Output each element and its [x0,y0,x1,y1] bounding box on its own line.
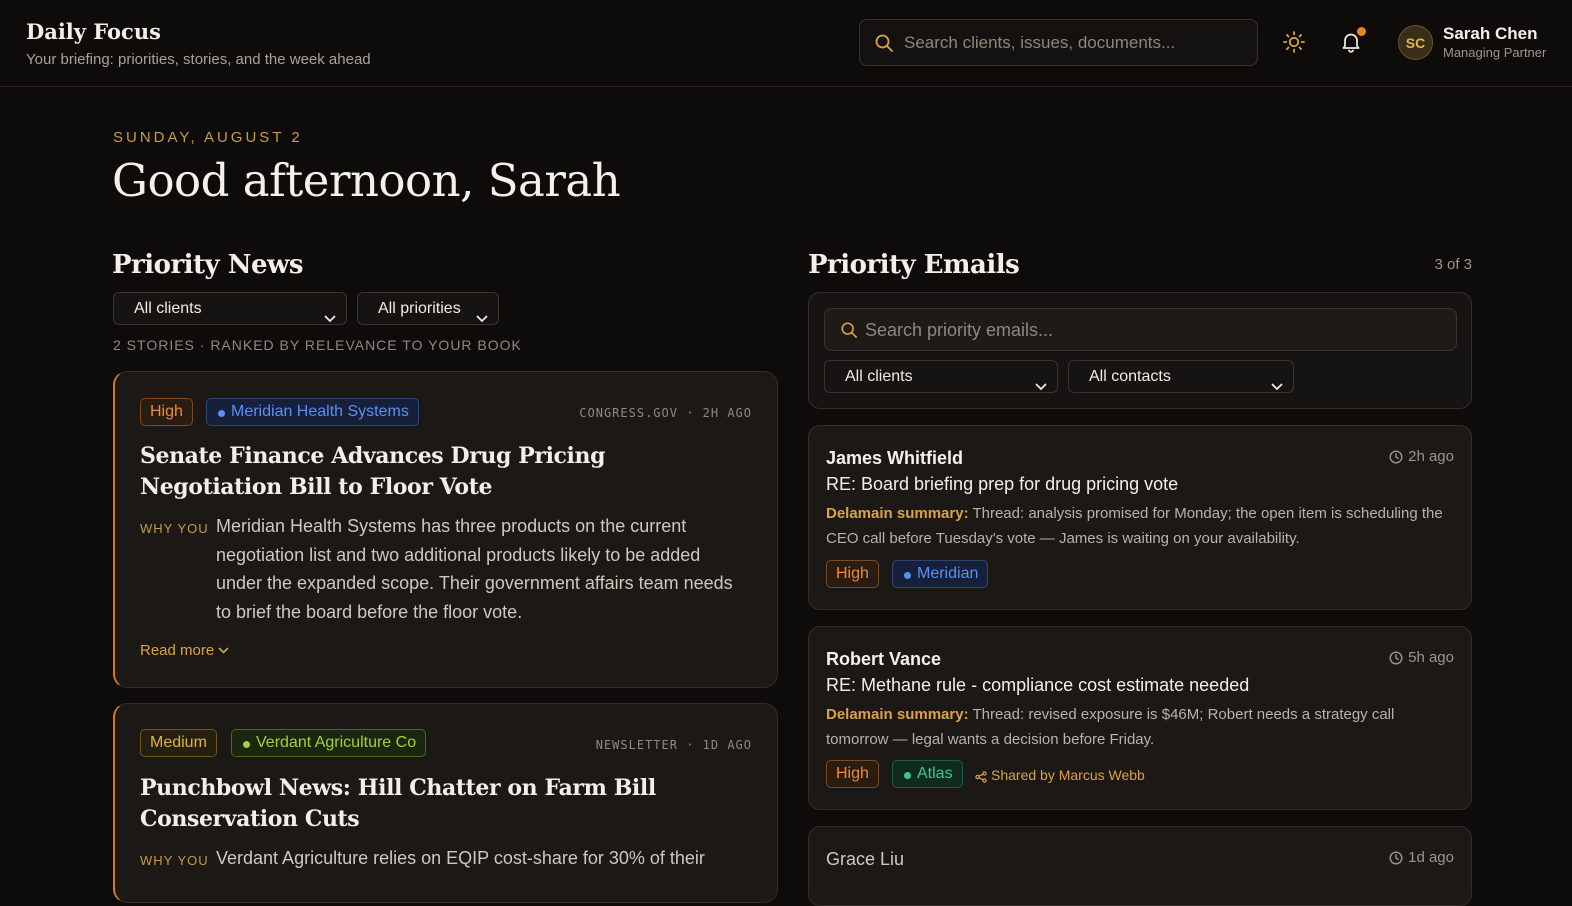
avatar[interactable]: SC [1398,25,1433,60]
priority-badge: Medium [140,729,217,757]
client-badge[interactable]: Meridian Health Systems [206,398,419,426]
news-priority-filter[interactable]: All priorities [357,292,499,325]
theme-toggle-sun-icon[interactable] [1282,30,1308,56]
user-role: Managing Partner [1443,45,1547,60]
email-time: 1d ago [1389,849,1454,866]
why-you-text: Meridian Health Systems has three produc… [216,516,733,622]
email-subject[interactable]: RE: Board briefing prep for drug pricing… [826,474,1178,495]
email-time: 2h ago [1389,448,1454,465]
chevron-down-icon [476,304,488,335]
client-badge[interactable]: Verdant Agriculture Co [231,729,427,757]
notification-dot [1357,27,1366,36]
app-title: Daily Focus [26,19,161,44]
client-badge[interactable]: Meridian [892,560,989,588]
clock-icon [1389,651,1403,669]
email-summary: Delamain summary: Thread: analysis promi… [826,502,1456,551]
summary-label: Delamain summary: [826,505,969,522]
user-name[interactable]: Sarah Chen [1443,24,1537,44]
priority-news-heading: Priority News [112,250,304,280]
share-icon [975,770,987,786]
summary-label: Delamain summary: [826,706,969,723]
top-bar: Daily Focus Your briefing: priorities, s… [0,0,1572,87]
chevron-down-icon [1271,372,1283,403]
shared-by: Shared by Marcus Webb [975,767,1145,783]
email-card[interactable]: Grace Liu 1d ago [808,826,1472,906]
email-card[interactable]: Robert Vance 5h ago RE: Methane rule - c… [808,626,1472,810]
why-you-text: Verdant Agriculture relies on EQIP cost-… [216,848,705,868]
chevron-down-icon [218,642,229,659]
email-card[interactable]: James Whitfield 2h ago RE: Board briefin… [808,425,1472,610]
shared-by-label: Shared by Marcus Webb [991,767,1145,783]
email-sender: James Whitfield [826,448,964,468]
notifications-bell-icon[interactable] [1339,27,1366,56]
email-time-label: 2h ago [1408,448,1454,465]
why-you-label: WHY YOU [140,853,209,868]
email-filter-panel: All clients All contacts [808,292,1472,409]
priority-badge: High [826,760,879,788]
read-more-label: Read more [140,642,215,659]
email-search-input[interactable] [865,315,1445,345]
priority-badge: High [826,560,879,588]
chevron-down-icon [324,304,336,335]
news-source: NEWSLETTER · 1D AGO [595,738,752,752]
app-subtitle: Your briefing: priorities, stories, and … [26,51,371,68]
news-source: CONGRESS.GOV · 2H AGO [579,406,752,420]
chevron-down-icon [1035,372,1047,403]
email-contact-filter-value: All contacts [1089,368,1171,385]
email-count: 3 of 3 [1434,256,1472,273]
news-client-filter[interactable]: All clients [113,292,347,325]
priority-emails-heading: Priority Emails [808,250,1020,280]
email-summary: Delamain summary: Thread: revised exposu… [826,703,1456,752]
news-meta: 2 STORIES · RANKED BY RELEVANCE TO YOUR … [113,337,522,353]
clock-icon [1389,851,1403,869]
clock-icon [1389,450,1403,468]
date-label: SUNDAY, AUGUST 2 [113,129,303,146]
email-sender: Grace Liu [826,849,905,869]
email-search[interactable] [824,308,1457,351]
news-priority-filter-value: All priorities [378,300,461,317]
email-client-filter[interactable]: All clients [824,360,1058,393]
email-time-label: 1d ago [1408,849,1454,866]
page-title: Good afternoon, Sarah [112,154,621,207]
email-time-label: 5h ago [1408,649,1454,666]
priority-badge: High [140,398,193,426]
search-icon [874,33,894,58]
global-search-input[interactable] [904,28,1244,58]
global-search[interactable] [859,19,1258,66]
email-client-filter-value: All clients [845,368,913,385]
news-card[interactable]: Medium Verdant Agriculture Co NEWSLETTER… [113,703,778,903]
news-title[interactable]: Punchbowl News: Hill Chatter on Farm Bil… [140,773,740,835]
read-more-link[interactable]: Read more [140,642,229,659]
why-you-label: WHY YOU [140,521,209,536]
search-icon [840,321,858,344]
email-time: 5h ago [1389,649,1454,666]
client-badge[interactable]: Atlas [892,760,963,788]
news-client-filter-value: All clients [134,300,202,317]
email-contact-filter[interactable]: All contacts [1068,360,1294,393]
email-subject[interactable]: RE: Methane rule - compliance cost estim… [826,675,1249,696]
email-sender: Robert Vance [826,649,942,669]
news-title[interactable]: Senate Finance Advances Drug Pricing Neg… [140,441,740,503]
news-card[interactable]: High Meridian Health Systems CONGRESS.GO… [113,371,778,688]
